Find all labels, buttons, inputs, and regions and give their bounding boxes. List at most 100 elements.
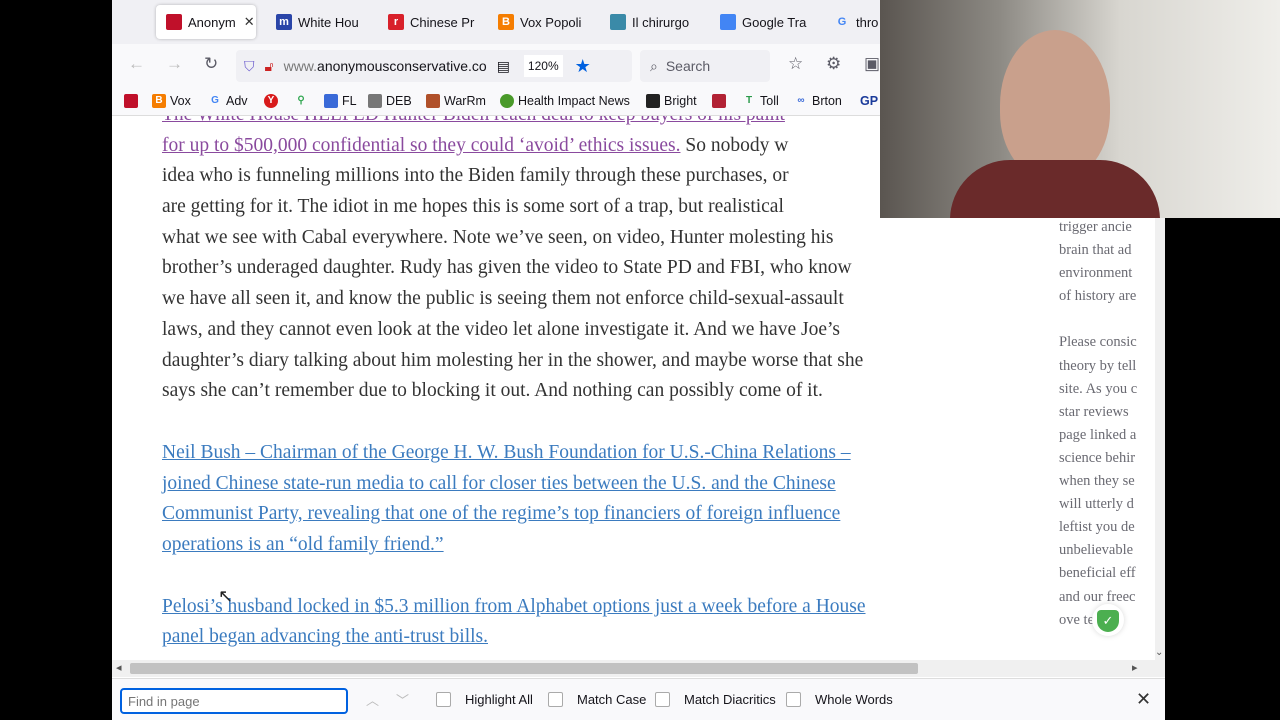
search-box[interactable]: ⌕ Search (640, 50, 770, 82)
bookmark[interactable]: WarRm (426, 94, 486, 108)
tab-favicon: r (388, 14, 404, 30)
tab[interactable]: m White Hou (266, 5, 366, 39)
find-next-icon[interactable]: ﹀ (396, 690, 409, 709)
zoom-level[interactable]: 120% (523, 55, 563, 77)
article-link-neil-bush[interactable]: operations is an “old family friend.” (162, 534, 444, 555)
bookmark[interactable]: Health Impact News (500, 94, 630, 108)
horizontal-scroll-thumb[interactable] (130, 663, 918, 674)
highlight-all-checkbox[interactable]: Highlight All (436, 692, 533, 707)
horizontal-scrollbar[interactable]: ◂ ▸ (112, 660, 1165, 677)
bookmark[interactable]: FL (324, 94, 357, 108)
gear-icon[interactable]: ⚙ (826, 54, 841, 74)
match-diacritics-checkbox[interactable]: Match Diacritics (655, 692, 776, 707)
sidebar-line: science behir (1059, 449, 1136, 466)
bookmark-star-icon[interactable]: ★ (575, 56, 591, 77)
reload-icon[interactable]: ↻ (204, 54, 218, 74)
article-text: idea who is funneling millions into the … (162, 165, 789, 186)
tab[interactable]: r Chinese Pr (378, 5, 478, 39)
sidebar-line: will utterly d (1059, 496, 1134, 513)
bookmark-favicon: Y (264, 94, 278, 108)
checkbox[interactable] (786, 692, 801, 707)
tab-favicon (720, 14, 736, 30)
url-bar[interactable]: ⛉ 🔓︎ www. anonymousconservative.co ▤ 120%… (236, 50, 632, 82)
find-previous-icon[interactable]: ︿ (366, 690, 379, 709)
close-find-bar-icon[interactable]: ✕ (1136, 689, 1151, 710)
bookmark[interactable]: T Toll (742, 94, 779, 108)
tab[interactable]: Gthro (824, 5, 884, 39)
adguard-shield-icon[interactable]: ✓ (1092, 604, 1124, 636)
tab-label: Google Tra (742, 14, 807, 30)
tab-label: Anonym (188, 14, 236, 30)
find-bar: ︿ ﹀ Highlight All Match Case Match Diacr… (112, 678, 1165, 720)
tab-label: Chinese Pr (410, 14, 475, 30)
maps-pin-icon: ⚲ (297, 95, 305, 106)
bookmark-label: GP (860, 94, 879, 108)
webcam-person (950, 30, 1160, 218)
article-link-neil-bush[interactable]: Neil Bush – Chairman of the George H. W.… (162, 442, 851, 463)
bookmark-favicon: T (745, 95, 753, 106)
reader-view-icon[interactable]: ▤ (497, 58, 510, 75)
tab-active[interactable]: Anonym ✕ (156, 5, 256, 39)
forward-icon[interactable]: → (166, 54, 183, 74)
bookmark[interactable]: DEB (368, 94, 412, 108)
sidebar-line: Please consic (1059, 334, 1137, 351)
bookmark-label: Brton (812, 94, 842, 108)
scroll-left-icon[interactable]: ◂ (116, 661, 122, 674)
bookmark[interactable] (124, 94, 142, 108)
match-case-checkbox[interactable]: Match Case (548, 692, 646, 707)
sidebar-line (1059, 308, 1149, 331)
bookmark[interactable]: ⚲ (294, 94, 312, 108)
tab-favicon: B (498, 14, 514, 30)
tab-label: Vox Popoli (520, 14, 582, 30)
find-input[interactable] (120, 688, 348, 714)
bookmark[interactable]: Bright (646, 94, 697, 108)
tab-favicon: m (276, 14, 292, 30)
pocket-icon[interactable]: ☆ (788, 54, 803, 74)
article-link-neil-bush[interactable]: joined Chinese state-run media to call f… (162, 473, 836, 494)
google-icon: G (837, 16, 847, 28)
close-tab-icon[interactable]: ✕ (244, 14, 255, 30)
bookmark[interactable]: B Vox (152, 94, 191, 108)
bookmark[interactable]: Y (264, 94, 282, 108)
bookmark[interactable]: G Adv (208, 94, 247, 108)
bookmark-favicon (368, 94, 382, 108)
tab[interactable]: Google Tra (710, 5, 810, 39)
shield-icon[interactable]: ⛉ (244, 58, 255, 75)
checkbox[interactable] (655, 692, 670, 707)
bookmark[interactable]: ∞ Brton (794, 94, 842, 108)
url-prefix: www. (283, 58, 318, 74)
bookmark-favicon (500, 94, 514, 108)
article-link-neil-bush[interactable]: Communist Party, revealing that one of t… (162, 503, 840, 524)
mouse-cursor-icon: ↖ (218, 586, 234, 606)
article-text: we have all seen it, and know the public… (162, 288, 844, 309)
article-link-pelosi[interactable]: panel began advancing the anti-trust bil… (162, 626, 488, 647)
sidebar-line: theory by tell (1059, 357, 1137, 374)
article-link-pelosi[interactable]: Pelosi’s husband locked in $5.3 million … (162, 596, 866, 617)
search-label: Search (665, 58, 711, 74)
bookmark[interactable]: GP (860, 94, 878, 108)
checkbox[interactable] (548, 692, 563, 707)
article-text: brother’s underaged daughter. Rudy has g… (162, 257, 852, 278)
bookmark[interactable] (712, 94, 730, 108)
webcam-overlay (880, 0, 1280, 218)
whole-words-checkbox[interactable]: Whole Words (786, 692, 893, 707)
tab[interactable]: B Vox Popoli (488, 5, 588, 39)
back-icon[interactable]: ← (128, 54, 145, 74)
tab[interactable]: Il chirurgo (600, 5, 700, 39)
sidebar-line: site. As you c (1059, 380, 1138, 397)
insecure-lock-icon[interactable]: 🔓︎ (265, 58, 274, 75)
scroll-down-icon[interactable]: ⌄ (1155, 647, 1163, 658)
bookmark-label: Bright (664, 94, 697, 108)
sidebar-line: unbelievable (1059, 542, 1134, 559)
checkbox[interactable] (436, 692, 451, 707)
article-link-white-house[interactable]: for up to $500,000 confidential so they … (162, 135, 680, 156)
bookmark-favicon (426, 94, 440, 108)
sidebar-text: trigger ancie brain that ad environment of … (1059, 216, 1149, 632)
article-link-white-house[interactable]: The White House HELPED Hunter Biden reac… (162, 116, 785, 125)
scroll-right-icon[interactable]: ▸ (1132, 661, 1138, 674)
tab-label: thro (856, 14, 879, 30)
sidebar-line: brain that ad (1059, 242, 1132, 259)
sidebar-line: beneficial eff (1059, 565, 1136, 582)
sidebar-line: trigger ancie (1059, 219, 1132, 235)
extension-icon[interactable]: ▣ (864, 54, 880, 74)
